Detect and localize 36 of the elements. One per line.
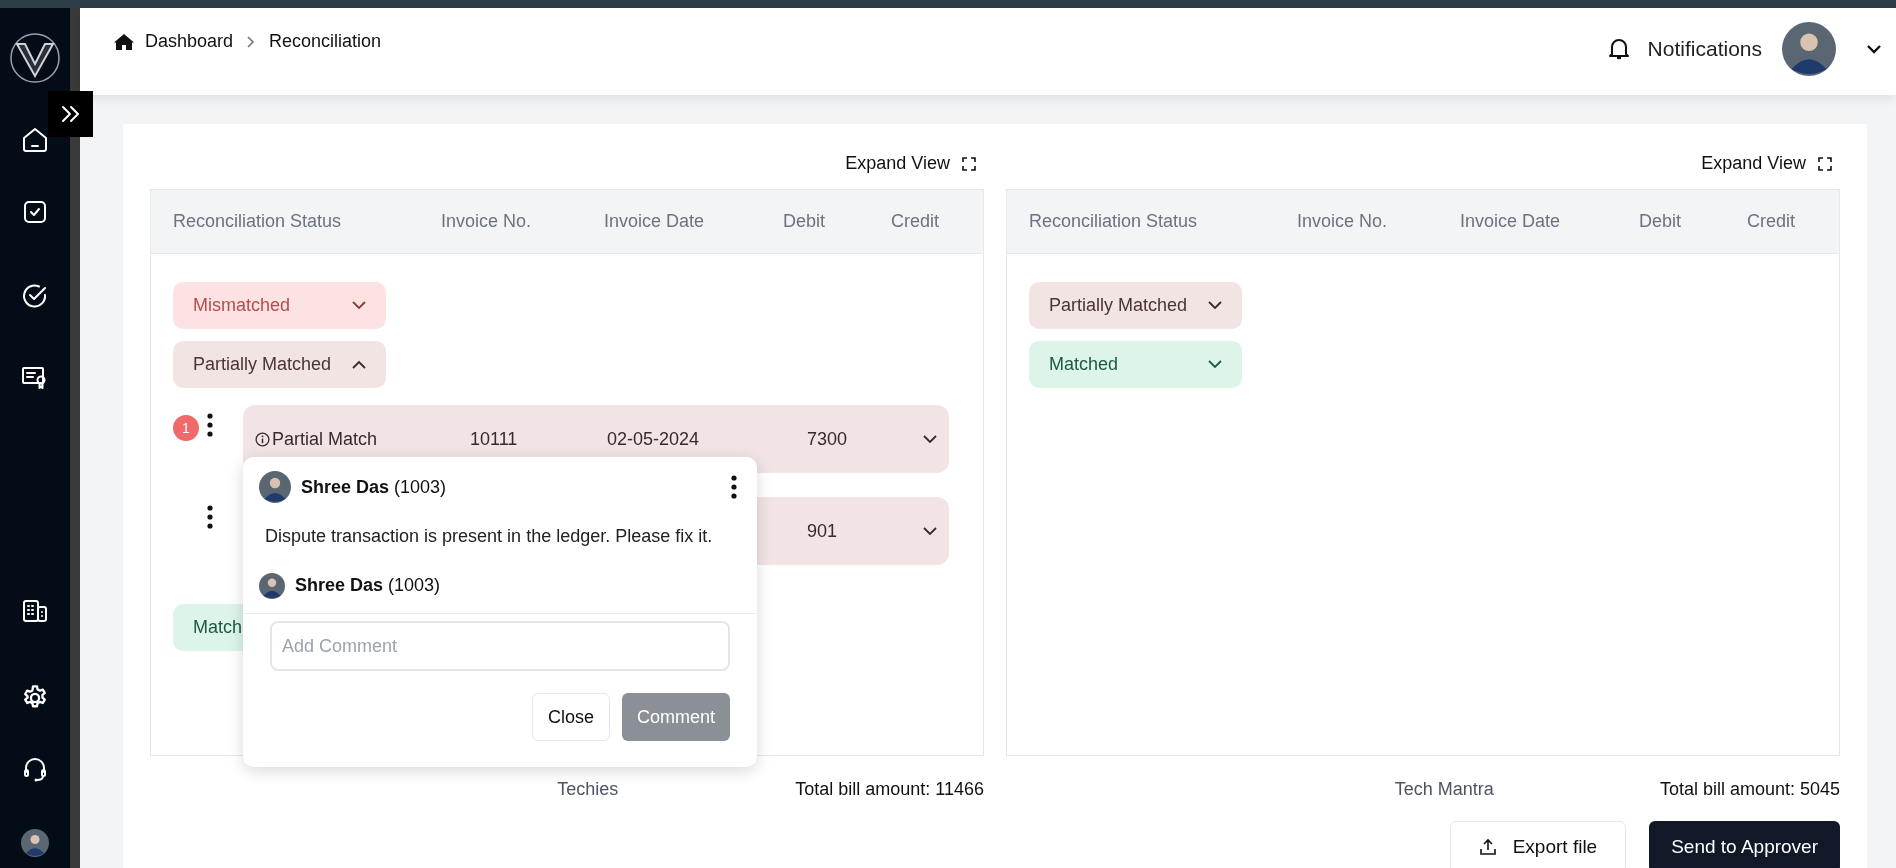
table-cell-text: 02-05-2024 xyxy=(607,427,701,451)
column-header: Invoice Date xyxy=(604,210,706,233)
comment-input[interactable]: Add Comment xyxy=(270,621,730,671)
count-badge: 1 xyxy=(173,415,199,441)
column-header: Invoice No. xyxy=(441,210,533,233)
status-dropdown[interactable]: Matched xyxy=(1029,341,1242,388)
column-header: Debit xyxy=(783,210,827,233)
table-cell: Partial Match xyxy=(255,425,470,453)
export-button[interactable]: Export file xyxy=(1449,821,1627,868)
status-dropdown[interactable]: Partially Matched xyxy=(1029,282,1242,329)
party-name: Tech Mantra xyxy=(1394,778,1494,801)
comment-author: Shree Das (1003) xyxy=(301,475,448,499)
column-header: Debit xyxy=(1639,210,1683,233)
breadcrumb-link[interactable]: Dashboard xyxy=(113,28,234,55)
column-header: Reconciliation Status xyxy=(1029,210,1199,233)
comment-text: Dispute transaction is present in the ledger. Please fix it. xyxy=(264,525,714,548)
close-button[interactable]: Close xyxy=(531,693,610,741)
breadcrumb-link[interactable]: Reconciliation xyxy=(269,28,382,55)
send-button[interactable]: Send to Approver xyxy=(1649,821,1840,868)
reply-author: Shree Das (1003) xyxy=(295,574,441,597)
table-cell-text: 901 xyxy=(807,519,839,543)
expand-view-button[interactable]: Expand View xyxy=(1701,150,1832,177)
status-dropdown[interactable]: Mismatched xyxy=(173,282,386,329)
party-name: Techies xyxy=(557,778,619,801)
column-header: Invoice No. xyxy=(1297,210,1389,233)
column-header: Credit xyxy=(1747,210,1796,233)
table-cell-text: 7300 xyxy=(807,427,849,451)
column-header: Invoice Date xyxy=(1460,210,1562,233)
column-header: Reconciliation Status xyxy=(173,210,343,233)
column-header: Credit xyxy=(891,210,940,233)
expand-view-button[interactable]: Expand View xyxy=(845,150,976,177)
total-amount: Total bill amount: 5045 xyxy=(1659,778,1840,801)
status-dropdown[interactable]: Partially Matched xyxy=(173,341,386,388)
notifications-button[interactable]: Notifications xyxy=(1607,32,1762,65)
table-cell-text: 10111 xyxy=(470,427,519,451)
total-amount: Total bill amount: 11466 xyxy=(795,778,984,801)
